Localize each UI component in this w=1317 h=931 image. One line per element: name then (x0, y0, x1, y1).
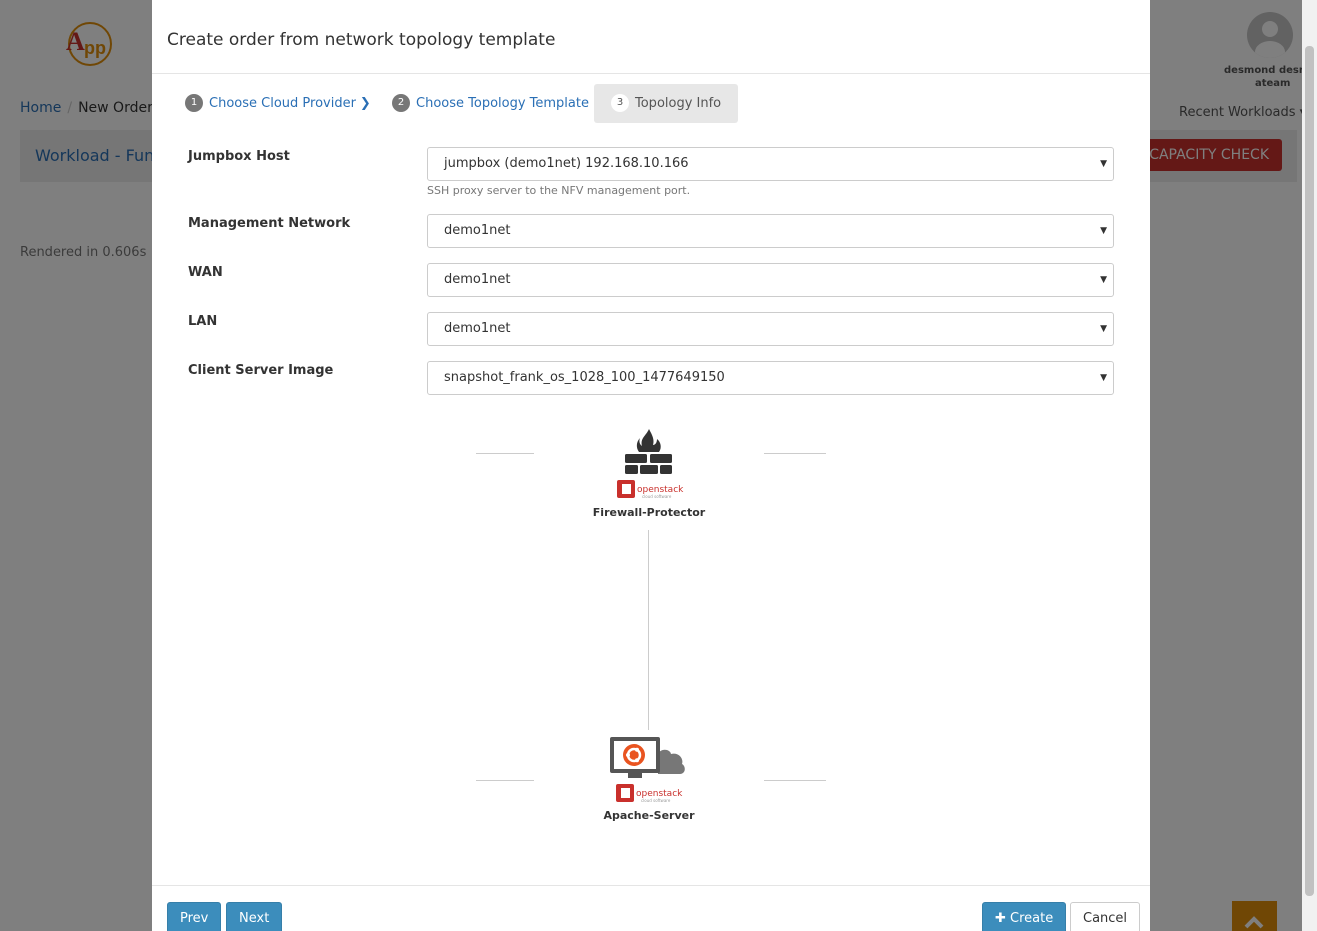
chevron-down-icon: ▼ (1100, 373, 1107, 383)
topology-edge (764, 453, 826, 454)
svg-text:cloud software: cloud software (642, 494, 672, 499)
lan-label: LAN (188, 314, 218, 329)
chevron-down-icon: ▼ (1100, 324, 1107, 334)
chevron-down-icon: ▼ (1100, 275, 1107, 285)
jumpbox-host-value: jumpbox (demo1net) 192.168.10.166 (444, 156, 689, 171)
plus-icon: ✚ (995, 911, 1011, 926)
topology-edge (476, 453, 534, 454)
wan-label: WAN (188, 265, 223, 280)
svg-text:cloud software: cloud software (641, 798, 671, 803)
step-topology-info[interactable]: 3 Topology Info (594, 84, 739, 123)
modal-title: Create order from network topology templ… (167, 30, 556, 50)
page-scrollbar[interactable] (1302, 0, 1317, 931)
step-choose-cloud-provider[interactable]: 1 Choose Cloud Provider ❯ (185, 84, 371, 123)
jumpbox-host-select[interactable]: jumpbox (demo1net) 192.168.10.166 ▼ (427, 147, 1114, 181)
modal-footer: Prev Next ✚ Create Cancel (152, 885, 1150, 931)
step-label: Choose Topology Template (416, 96, 589, 111)
chevron-right-icon: ❯ (359, 96, 371, 111)
step-number: 3 (611, 93, 629, 112)
client-server-image-select[interactable]: snapshot_frank_os_1028_100_1477649150 ▼ (427, 361, 1114, 395)
client-server-image-label: Client Server Image (188, 363, 334, 378)
firewall-node-label[interactable]: Firewall-Protector (579, 506, 719, 519)
management-network-value: demo1net (444, 223, 511, 238)
jumpbox-host-label: Jumpbox Host (188, 149, 290, 164)
step-label: Choose Cloud Provider (209, 96, 356, 111)
management-network-select[interactable]: demo1net ▼ (427, 214, 1114, 248)
server-node-icon[interactable]: openstack cloud software (608, 736, 688, 806)
chevron-down-icon: ▼ (1100, 226, 1107, 236)
scrollbar-thumb[interactable] (1305, 46, 1314, 896)
jumpbox-host-help: SSH proxy server to the NFV management p… (427, 184, 691, 197)
server-node-label[interactable]: Apache-Server (579, 809, 719, 822)
wan-value: demo1net (444, 272, 511, 287)
firewall-node-icon[interactable]: openstack cloud software (614, 428, 684, 500)
chevron-down-icon: ▼ (1100, 159, 1107, 169)
client-server-image-value: snapshot_frank_os_1028_100_1477649150 (444, 370, 725, 385)
cancel-button[interactable]: Cancel (1070, 902, 1141, 931)
wan-select[interactable]: demo1net ▼ (427, 263, 1114, 297)
create-button-label: Create (1010, 911, 1054, 926)
create-order-modal: Create order from network topology templ… (152, 0, 1150, 931)
topology-edge (476, 780, 534, 781)
topology-link (648, 530, 649, 730)
next-button[interactable]: Next (226, 902, 283, 931)
lan-value: demo1net (444, 321, 511, 336)
topology-edge (764, 780, 826, 781)
modal-header: Create order from network topology templ… (152, 0, 1150, 74)
lan-select[interactable]: demo1net ▼ (427, 312, 1114, 346)
create-button[interactable]: ✚ Create (982, 902, 1067, 931)
step-label: Topology Info (635, 96, 722, 111)
prev-button[interactable]: Prev (167, 902, 222, 931)
step-number: 2 (392, 93, 410, 112)
step-number: 1 (185, 93, 203, 112)
step-choose-topology-template[interactable]: 2 Choose Topology Template (392, 84, 589, 123)
management-network-label: Management Network (188, 216, 351, 231)
